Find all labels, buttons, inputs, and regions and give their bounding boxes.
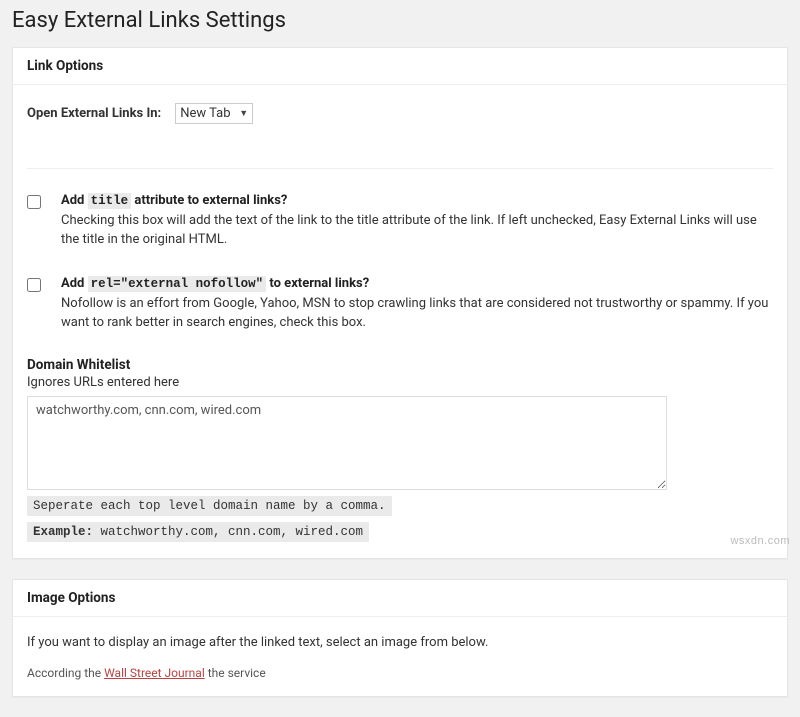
rel-attr-row: Add rel="external nofollow" to external … [27, 274, 773, 333]
open-in-label: Open External Links In: [27, 106, 161, 121]
title-attr-row: Add title attribute to external links? C… [27, 191, 773, 250]
whitelist-heading: Domain Whitelist [27, 357, 773, 373]
image-example-line: According the Wall Street Journal the se… [27, 666, 773, 680]
title-attr-checkbox[interactable] [27, 195, 41, 209]
whitelist-textarea[interactable] [27, 396, 667, 490]
open-in-row: Open External Links In: New Tab ▼ [27, 103, 773, 148]
open-in-select[interactable]: New Tab ▼ [175, 103, 253, 124]
rel-attr-heading: Add rel="external nofollow" to external … [61, 274, 773, 294]
rel-attr-desc: Nofollow is an effort from Google, Yahoo… [61, 294, 773, 333]
open-in-value: New Tab [180, 106, 230, 121]
title-attr-heading: Add title attribute to external links? [61, 191, 773, 211]
link-options-panel: Link Options Open External Links In: New… [12, 47, 788, 559]
whitelist-hints: Seperate each top level domain name by a… [27, 490, 667, 542]
example-link: Wall Street Journal [104, 666, 205, 680]
link-options-header: Link Options [13, 48, 787, 85]
image-options-header: Image Options [13, 580, 787, 617]
chevron-down-icon: ▼ [239, 108, 248, 119]
watermark: wsxdn.com [730, 535, 790, 547]
whitelist-hint-2: Example: watchworthy.com, cnn.com, wired… [27, 522, 369, 542]
rel-attr-checkbox[interactable] [27, 278, 41, 292]
title-code: title [88, 193, 132, 209]
whitelist-hint-1: Seperate each top level domain name by a… [27, 496, 392, 516]
page-title: Easy External Links Settings [0, 0, 800, 47]
image-options-desc: If you want to display an image after th… [27, 635, 773, 650]
image-options-panel: Image Options If you want to display an … [12, 579, 788, 697]
title-attr-desc: Checking this box will add the text of t… [61, 211, 773, 250]
rel-code: rel="external nofollow" [88, 276, 267, 292]
whitelist-subtext: Ignores URLs entered here [27, 375, 773, 390]
divider [27, 168, 773, 169]
